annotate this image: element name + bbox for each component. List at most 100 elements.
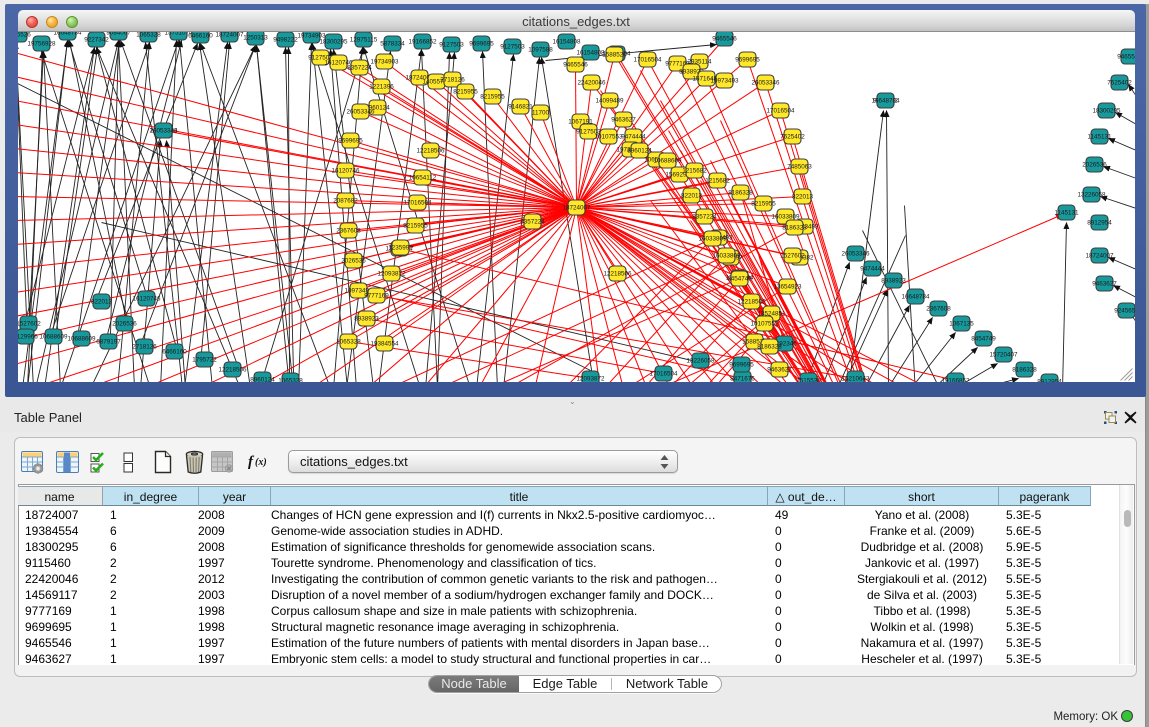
- svg-text:8215955: 8215955: [403, 223, 428, 230]
- svg-text:12093872: 12093872: [576, 376, 605, 383]
- svg-text:10107553: 10107553: [594, 134, 623, 141]
- svg-text:1588520: 1588520: [602, 52, 627, 59]
- svg-text:2718126: 2718126: [440, 77, 465, 84]
- svg-text:9498222: 9498222: [273, 37, 298, 44]
- svg-text:8454749: 8454749: [971, 336, 996, 343]
- svg-text:19166852: 19166852: [941, 378, 970, 383]
- svg-text:1065328: 1065328: [136, 32, 161, 39]
- svg-text:822013: 822013: [680, 193, 702, 200]
- svg-text:1145131: 1145131: [1087, 134, 1112, 141]
- svg-text:9127503: 9127503: [500, 44, 525, 51]
- svg-text:18724007: 18724007: [562, 205, 591, 212]
- svg-text:5878334: 5878334: [380, 41, 405, 48]
- svg-text:8357224: 8357224: [692, 214, 717, 221]
- svg-text:26053346: 26053346: [149, 128, 178, 135]
- svg-text:6879197: 6879197: [96, 339, 121, 346]
- svg-text:16210643: 16210643: [841, 376, 870, 383]
- svg-text:8186328: 8186328: [1012, 367, 1037, 374]
- svg-text:13226058: 13226058: [1077, 192, 1106, 199]
- svg-text:8215955: 8215955: [751, 201, 776, 208]
- svg-text:8938923: 8938923: [881, 278, 906, 285]
- svg-text:1235992: 1235992: [388, 245, 413, 252]
- svg-text:12218506: 12218506: [218, 367, 247, 374]
- svg-text:9474444: 9474444: [621, 134, 646, 141]
- svg-text:1795722: 1795722: [192, 357, 217, 364]
- svg-text:16648784: 16648784: [53, 32, 82, 37]
- svg-text:9465546: 9465546: [712, 36, 737, 43]
- svg-text:16648784: 16648784: [871, 98, 900, 105]
- svg-text:19756928: 19756928: [27, 41, 56, 48]
- svg-text:8471676: 8471676: [730, 376, 755, 383]
- svg-text:6466160: 6466160: [188, 33, 213, 40]
- svg-text:9699695: 9699695: [729, 362, 754, 369]
- svg-text:9465546: 9465546: [1117, 54, 1135, 61]
- svg-text:26053346: 26053346: [841, 251, 870, 258]
- svg-text:18300295: 18300295: [1092, 108, 1121, 115]
- svg-text:(x): (x): [255, 457, 267, 468]
- svg-text:1067135: 1067135: [949, 321, 974, 328]
- svg-text:1527602: 1527602: [780, 253, 805, 260]
- svg-text:8215955: 8215955: [480, 94, 505, 101]
- svg-text:8454749: 8454749: [727, 276, 752, 283]
- svg-text:10688609: 10688609: [653, 158, 682, 165]
- svg-text:822013: 822013: [90, 299, 112, 306]
- svg-text:2026536: 2026536: [341, 258, 366, 265]
- svg-text:17016504: 17016504: [633, 57, 662, 64]
- svg-text:17016504: 17016504: [403, 200, 432, 207]
- svg-text:26053346: 26053346: [751, 80, 780, 87]
- svg-text:8215955: 8215955: [453, 89, 478, 96]
- svg-text:26053346: 26053346: [346, 109, 375, 116]
- svg-text:1065328: 1065328: [336, 339, 361, 346]
- svg-text:1097588: 1097588: [528, 47, 553, 54]
- svg-text:12218506: 12218506: [416, 148, 445, 155]
- svg-text:16648784: 16648784: [901, 294, 930, 301]
- svg-text:9699695: 9699695: [735, 57, 760, 64]
- svg-text:16154808: 16154808: [552, 39, 581, 46]
- svg-text:9127503: 9127503: [439, 42, 464, 49]
- svg-text:19166852: 19166852: [408, 39, 437, 46]
- svg-text:9777169: 9777169: [364, 293, 389, 300]
- svg-text:8912954: 8912954: [1037, 379, 1062, 383]
- svg-text:8960124: 8960124: [250, 377, 275, 383]
- svg-text:13654923: 13654923: [773, 284, 802, 291]
- svg-text:7625402: 7625402: [1107, 80, 1132, 87]
- svg-text:2026536: 2026536: [1082, 162, 1107, 169]
- svg-text:2367608: 2367608: [926, 306, 951, 313]
- svg-text:2718126: 2718126: [132, 344, 157, 351]
- svg-text:1065328: 1065328: [278, 378, 303, 383]
- svg-text:8912954: 8912954: [1087, 220, 1112, 227]
- svg-text:1215682: 1215682: [682, 168, 707, 175]
- svg-text:16154808: 16154808: [576, 50, 605, 57]
- svg-text:1221396: 1221396: [369, 84, 394, 91]
- svg-text:2026536: 2026536: [112, 321, 137, 328]
- svg-text:17016504: 17016504: [766, 108, 795, 115]
- svg-text:7515526: 7515526: [18, 32, 31, 39]
- svg-text:7485063: 7485063: [787, 164, 812, 171]
- svg-text:16120746: 16120746: [331, 168, 360, 175]
- svg-text:16120746: 16120746: [132, 296, 161, 303]
- svg-text:18724007: 18724007: [215, 32, 244, 39]
- svg-text:9129966: 9129966: [18, 334, 38, 341]
- svg-text:10107553: 10107553: [750, 321, 779, 328]
- svg-text:8357224: 8357224: [347, 65, 372, 72]
- svg-text:12218506: 12218506: [603, 271, 632, 278]
- svg-text:822013: 822013: [791, 194, 813, 201]
- svg-text:16033809: 16033809: [698, 236, 727, 243]
- svg-text:13226058: 13226058: [686, 358, 715, 365]
- svg-text:6466160: 6466160: [162, 349, 187, 356]
- svg-text:19734903: 19734903: [370, 59, 399, 66]
- svg-text:2367608: 2367608: [336, 228, 361, 235]
- svg-text:2087682: 2087682: [333, 198, 358, 205]
- svg-text:9463627: 9463627: [767, 367, 792, 374]
- svg-text:9699695: 9699695: [338, 138, 363, 145]
- svg-text:9463627: 9463627: [611, 117, 636, 124]
- svg-text:15720407: 15720407: [989, 352, 1018, 359]
- svg-text:9474444: 9474444: [860, 266, 885, 273]
- svg-text:9227342: 9227342: [84, 37, 109, 44]
- svg-text:1527602: 1527602: [18, 321, 41, 328]
- svg-text:9699695: 9699695: [469, 41, 494, 48]
- svg-text:9463627: 9463627: [1092, 281, 1117, 288]
- svg-text:19384554: 19384554: [370, 341, 399, 348]
- svg-text:8186328: 8186328: [782, 225, 807, 232]
- svg-text:12218506: 12218506: [737, 299, 766, 306]
